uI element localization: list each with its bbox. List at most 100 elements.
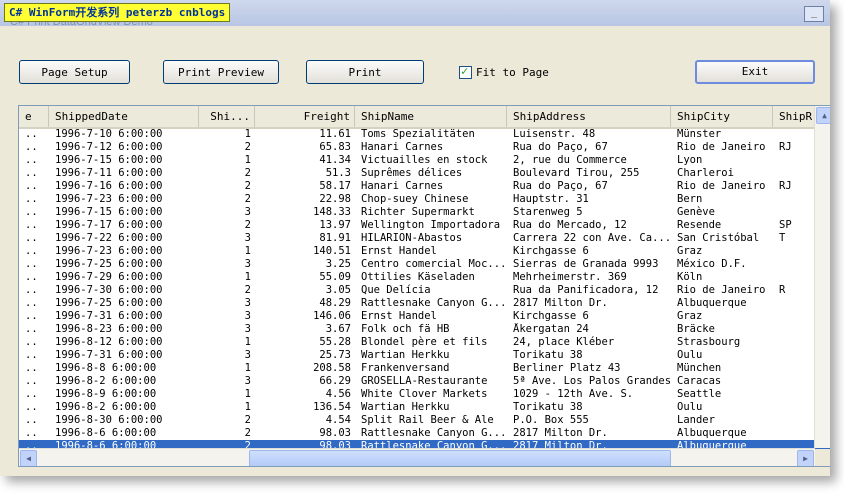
fit-to-page-checkbox[interactable]: ✓	[459, 64, 472, 79]
cell-e: ..	[25, 167, 38, 179]
scroll-up-icon[interactable]: ▲	[816, 107, 830, 124]
cell-freight: 48.29	[319, 297, 351, 309]
table-row[interactable]: .. 1996-8-30 6:00:00 2 4.54 Split Rail Beer …	[19, 414, 830, 427]
table-row[interactable]: .. 1996-7-22 6:00:00 3 81.91 HILARION-Abasto…	[19, 232, 830, 245]
title-bar[interactable]: C# Print DataGridView Demo C# WinForm开发系…	[0, 0, 830, 28]
table-row[interactable]: .. 1996-7-29 6:00:00 1 55.09 Ottilies Käsela…	[19, 271, 830, 284]
table-row[interactable]: .. 1996-7-25 6:00:00 3 48.29 Rattlesnake Can…	[19, 297, 830, 310]
table-row[interactable]: .. 1996-7-15 6:00:00 1 41.34 Victuailles en …	[19, 154, 830, 167]
cell-ship-address: Sierras de Granada 9993	[513, 258, 659, 270]
cell-shipped-date: 1996-7-30 6:00:00	[55, 284, 163, 296]
cell-ship-address: 2, rue du Commerce	[513, 154, 627, 166]
cell-ship-name: White Clover Markets	[361, 388, 488, 400]
cell-e: ..	[25, 336, 38, 348]
table-row[interactable]: .. 1996-7-25 6:00:00 3 3.25 Centro comercial…	[19, 258, 830, 271]
cell-ship-via: 2	[244, 193, 251, 205]
table-row[interactable]: .. 1996-7-31 6:00:00 3 25.73 Wartian Herkku T…	[19, 349, 830, 362]
cell-shipped-date: 1996-7-10 6:00:00	[55, 128, 163, 140]
fit-to-page-label: Fit to Page	[476, 66, 549, 79]
table-row[interactable]: .. 1996-7-16 6:00:00 2 58.17 Hanari Carnes Ru…	[19, 180, 830, 193]
table-row[interactable]: .. 1996-8-6 6:00:00 2 98.03 Rattlesnake Cany…	[19, 427, 830, 440]
scroll-right-icon[interactable]: ▶	[797, 450, 814, 466]
cell-ship-via: 1	[244, 336, 251, 348]
column-header-shippeddate[interactable]: ShippedDate	[49, 106, 199, 127]
scroll-left-icon[interactable]: ◀	[20, 450, 37, 466]
table-row[interactable]: .. 1996-7-17 6:00:00 2 13.97 Wellington Impo…	[19, 219, 830, 232]
orders-data-grid[interactable]: e ShippedDate Shi... Freight ShipName ShipAdd…	[18, 105, 830, 467]
horizontal-scrollbar[interactable]: ◀ ▶	[19, 448, 815, 466]
table-row[interactable]: .. 1996-7-31 6:00:00 3 146.06 Ernst Handel Ki…	[19, 310, 830, 323]
cell-shipped-date: 1996-7-11 6:00:00	[55, 167, 163, 179]
cell-e: ..	[25, 284, 38, 296]
cell-e: ..	[25, 258, 38, 270]
cell-ship-address: 5ª Ave. Los Palos Grandes	[513, 375, 671, 387]
cell-ship-name: Wellington Importadora	[361, 219, 501, 231]
cell-ship-via: 1	[244, 401, 251, 413]
column-header-shipvia[interactable]: Shi...	[199, 106, 255, 127]
cell-e: ..	[25, 362, 38, 374]
column-header-shipname[interactable]: ShipName	[355, 106, 507, 127]
table-row[interactable]: .. 1996-8-9 6:00:00 1 4.56 White Clover Mark…	[19, 388, 830, 401]
column-header-shipcity[interactable]: ShipCity	[671, 106, 773, 127]
table-row[interactable]: .. 1996-8-2 6:00:00 3 66.29 GROSELLA-Restaur…	[19, 375, 830, 388]
cell-ship-via: 3	[244, 232, 251, 244]
page-setup-button[interactable]: Page Setup	[19, 60, 130, 84]
cell-ship-name: Richter Supermarkt	[361, 206, 475, 218]
table-row[interactable]: .. 1996-7-30 6:00:00 2 3.05 Que Delícia Rua d…	[19, 284, 830, 297]
cell-ship-address: Boulevard Tirou, 255	[513, 167, 640, 179]
horizontal-scroll-thumb[interactable]	[249, 450, 671, 466]
print-preview-button[interactable]: Print Preview	[163, 60, 279, 84]
cell-ship-address: Kirchgasse 6	[513, 310, 589, 322]
cell-freight: 3.25	[325, 258, 351, 270]
cell-ship-city: München	[677, 362, 722, 374]
cell-shipped-date: 1996-7-16 6:00:00	[55, 180, 163, 192]
cell-ship-city: Albuquerque	[677, 297, 747, 309]
table-row[interactable]: .. 1996-7-23 6:00:00 1 140.51 Ernst Handel Ki…	[19, 245, 830, 258]
cell-ship-name: Victuailles en stock	[361, 154, 488, 166]
cell-shipped-date: 1996-8-2 6:00:00	[55, 401, 157, 413]
cell-ship-city: Rio de Janeiro	[677, 141, 766, 153]
cell-e: ..	[25, 193, 38, 205]
table-row[interactable]: .. 1996-8-12 6:00:00 1 55.28 Blondel père et…	[19, 336, 830, 349]
cell-ship-via: 2	[244, 427, 251, 439]
cell-ship-city: Charleroi	[677, 167, 734, 179]
cell-e: ..	[25, 219, 38, 231]
cell-ship-city: Köln	[677, 271, 703, 283]
print-button[interactable]: Print	[306, 60, 424, 84]
cell-ship-city: Graz	[677, 310, 703, 322]
column-header-e[interactable]: e	[19, 106, 49, 127]
cell-ship-name: Centro comercial Moc...	[361, 258, 507, 270]
table-row[interactable]: .. 1996-7-15 6:00:00 3 148.33 Richter Superm…	[19, 206, 830, 219]
table-row[interactable]: .. 1996-8-2 6:00:00 1 136.54 Wartian Herkku T…	[19, 401, 830, 414]
cell-ship-via: 1	[244, 245, 251, 257]
fit-to-page-option[interactable]: ✓ Fit to Page	[459, 64, 549, 80]
cell-shipped-date: 1996-7-22 6:00:00	[55, 232, 163, 244]
checkmark-icon: ✓	[461, 64, 469, 78]
cell-ship-address: Rua da Panificadora, 12	[513, 284, 659, 296]
table-row[interactable]: .. 1996-8-23 6:00:00 3 3.67 Folk och fä HB Åk…	[19, 323, 830, 336]
table-row[interactable]: .. 1996-7-12 6:00:00 2 65.83 Hanari Carnes Ru…	[19, 141, 830, 154]
cell-ship-via: 3	[244, 258, 251, 270]
cell-ship-city: México D.F.	[677, 258, 747, 270]
cell-ship-name: Chop-suey Chinese	[361, 193, 469, 205]
cell-shipped-date: 1996-8-9 6:00:00	[55, 388, 157, 400]
cell-ship-via: 1	[244, 271, 251, 283]
table-row[interactable]: .. 1996-7-10 6:00:00 1 11.61 Toms Spezialitä…	[19, 128, 830, 141]
cell-ship-name: Ernst Handel	[361, 310, 437, 322]
vertical-scrollbar[interactable]: ▲	[814, 106, 830, 448]
cell-ship-address: Rua do Paço, 67	[513, 141, 608, 153]
exit-button[interactable]: Exit	[695, 60, 815, 84]
column-header-freight[interactable]: Freight	[255, 106, 355, 127]
cell-ship-city: Resende	[677, 219, 722, 231]
cell-freight: 22.98	[319, 193, 351, 205]
cell-freight: 81.91	[319, 232, 351, 244]
table-row[interactable]: .. 1996-7-23 6:00:00 2 22.98 Chop-suey Chine…	[19, 193, 830, 206]
cell-shipped-date: 1996-7-17 6:00:00	[55, 219, 163, 231]
scrollbar-corner	[815, 449, 830, 466]
table-row[interactable]: .. 1996-7-11 6:00:00 2 51.3 Suprêmes délices…	[19, 167, 830, 180]
minimize-button[interactable]: _	[804, 6, 824, 22]
cell-e: ..	[25, 232, 38, 244]
cell-ship-via: 2	[244, 219, 251, 231]
column-header-shipaddress[interactable]: ShipAddress	[507, 106, 671, 127]
table-row[interactable]: .. 1996-8-8 6:00:00 1 208.58 Frankenversand B…	[19, 362, 830, 375]
